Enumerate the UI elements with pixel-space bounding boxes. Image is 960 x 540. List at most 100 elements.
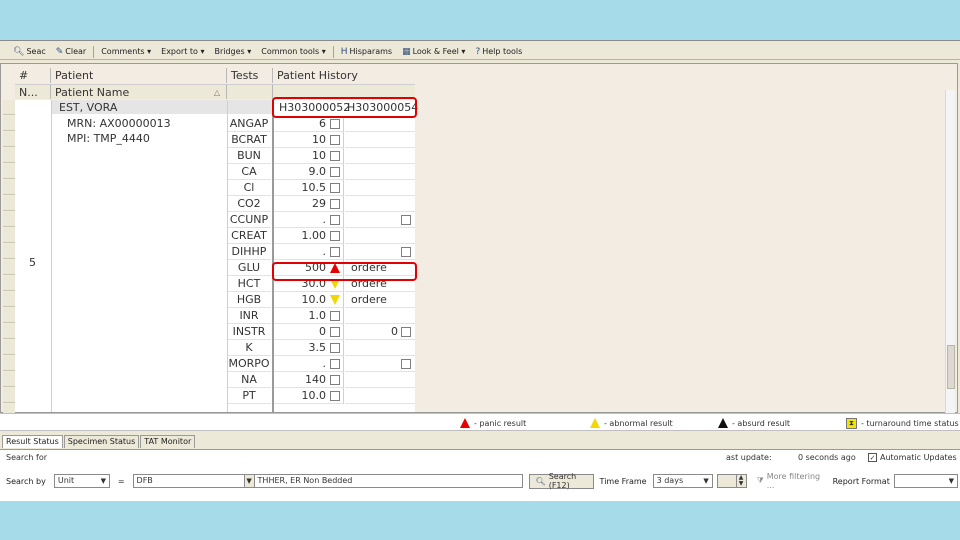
result-cell-2[interactable] <box>345 132 415 148</box>
row-header[interactable] <box>3 164 15 179</box>
tab-result-status[interactable]: Result Status <box>2 435 63 448</box>
row-header[interactable] <box>3 388 15 403</box>
row-header[interactable] <box>3 292 15 307</box>
search-button[interactable]: 🔍︎ Search (F12) <box>528 472 594 490</box>
report-format-select[interactable]: ▼ <box>893 474 958 488</box>
row-header[interactable] <box>3 340 15 355</box>
result-cell[interactable]: 10.0 <box>274 388 344 404</box>
test-name[interactable]: CREAT <box>227 228 271 244</box>
result-cell-2[interactable]: 0 <box>345 324 415 340</box>
column-header-patient-history[interactable]: Patient History <box>273 68 415 83</box>
column-header-number[interactable]: # <box>1 68 51 83</box>
test-name[interactable]: HCT <box>227 276 271 292</box>
result-cell-2[interactable] <box>345 388 415 404</box>
result-checkbox[interactable] <box>330 135 340 145</box>
search-by-select[interactable]: Unit ▼ <box>53 474 110 488</box>
test-name[interactable]: Cl <box>227 180 271 196</box>
result-cell-2[interactable] <box>345 180 415 196</box>
unit-dropdown[interactable]: ▼ <box>244 474 255 488</box>
result-cell[interactable]: 140 <box>274 372 344 388</box>
test-name[interactable]: GLU <box>227 260 271 276</box>
subheader-number[interactable]: N... <box>15 84 51 99</box>
patient-name[interactable]: EST, VORA <box>59 101 117 114</box>
test-name[interactable]: CA <box>227 164 271 180</box>
row-header[interactable] <box>3 228 15 243</box>
result-cell-2[interactable] <box>345 340 415 356</box>
result-cell-2[interactable] <box>345 196 415 212</box>
result-cell-2[interactable]: ordere <box>345 292 415 308</box>
result-checkbox[interactable] <box>330 327 340 337</box>
result-checkbox[interactable] <box>401 215 411 225</box>
test-name[interactable]: HGB <box>227 292 271 308</box>
result-checkbox[interactable] <box>330 391 340 401</box>
result-cell[interactable]: 10 <box>274 132 344 148</box>
time-frame-select[interactable]: 3 days ▼ <box>652 474 713 488</box>
result-cell[interactable]: 1.0 <box>274 308 344 324</box>
result-cell-2[interactable] <box>345 308 415 324</box>
result-cell-2[interactable] <box>345 212 415 228</box>
row-header[interactable] <box>3 244 15 259</box>
tab-tat-monitor[interactable]: TAT Monitor <box>140 435 196 448</box>
result-cell[interactable]: . <box>274 212 344 228</box>
result-cell[interactable]: 9.0 <box>274 164 344 180</box>
scrollbar-thumb[interactable] <box>947 345 955 389</box>
result-cell-2[interactable] <box>345 228 415 244</box>
result-cell-2[interactable] <box>345 356 415 372</box>
test-name[interactable]: DIHHP <box>227 244 271 260</box>
result-cell[interactable]: 1.00 <box>274 228 344 244</box>
common-tools-button[interactable]: Common tools ▾ <box>256 45 330 59</box>
result-checkbox[interactable] <box>330 151 340 161</box>
test-name[interactable]: PT <box>227 388 271 404</box>
row-header[interactable] <box>3 212 15 227</box>
test-name[interactable]: CCUNP <box>227 212 271 228</box>
result-cell-2[interactable] <box>345 372 415 388</box>
hisparams-button[interactable]: H Hisparams <box>336 45 397 59</box>
clear-button[interactable]: ✎ Clear <box>51 45 91 59</box>
result-cell-2[interactable] <box>345 164 415 180</box>
result-checkbox[interactable] <box>330 375 340 385</box>
row-header[interactable] <box>3 324 15 339</box>
result-cell[interactable]: 3.5 <box>274 340 344 356</box>
result-checkbox[interactable] <box>330 343 340 353</box>
row-header[interactable] <box>3 356 15 371</box>
result-cell[interactable]: 0 <box>274 324 344 340</box>
subheader-patient-name[interactable]: Patient Name △ <box>51 84 227 99</box>
comments-button[interactable]: Comments ▾ <box>96 45 156 59</box>
test-name[interactable]: ANGAP <box>227 116 271 132</box>
test-name[interactable]: INR <box>227 308 271 324</box>
test-name[interactable]: NA <box>227 372 271 388</box>
unit-input[interactable]: DFB <box>132 474 245 488</box>
more-filtering-button[interactable]: ⧩ More filtering ... <box>751 472 829 490</box>
result-checkbox[interactable] <box>401 327 411 337</box>
auto-updates[interactable]: ✓ Automatic Updates <box>868 453 957 462</box>
row-header[interactable] <box>3 116 15 131</box>
result-checkbox[interactable] <box>330 247 340 257</box>
row-header[interactable] <box>3 276 15 291</box>
test-name[interactable]: INSTR <box>227 324 271 340</box>
result-cell-2[interactable] <box>345 148 415 164</box>
row-header[interactable] <box>3 260 15 275</box>
time-frame-stepper-input[interactable] <box>716 474 737 488</box>
result-cell[interactable]: 6 <box>274 116 344 132</box>
result-checkbox[interactable] <box>330 359 340 369</box>
test-name[interactable]: K <box>227 340 271 356</box>
result-checkbox[interactable] <box>330 199 340 209</box>
row-header[interactable] <box>3 180 15 195</box>
vertical-scrollbar[interactable] <box>945 90 955 428</box>
row-header[interactable] <box>3 372 15 387</box>
result-checkbox[interactable] <box>401 247 411 257</box>
result-cell[interactable]: . <box>274 244 344 260</box>
row-header[interactable] <box>3 308 15 323</box>
row-header[interactable] <box>3 132 15 147</box>
test-name[interactable]: MORPO <box>227 356 271 372</box>
row-header[interactable] <box>3 100 15 115</box>
row-header[interactable] <box>3 148 15 163</box>
test-name[interactable]: BUN <box>227 148 271 164</box>
result-checkbox[interactable] <box>330 167 340 177</box>
auto-updates-checkbox[interactable]: ✓ <box>868 453 877 462</box>
column-header-patient[interactable]: Patient <box>51 68 227 83</box>
result-checkbox[interactable] <box>330 183 340 193</box>
result-checkbox[interactable] <box>401 359 411 369</box>
test-name[interactable]: CO2 <box>227 196 271 212</box>
bridges-button[interactable]: Bridges ▾ <box>209 45 256 59</box>
